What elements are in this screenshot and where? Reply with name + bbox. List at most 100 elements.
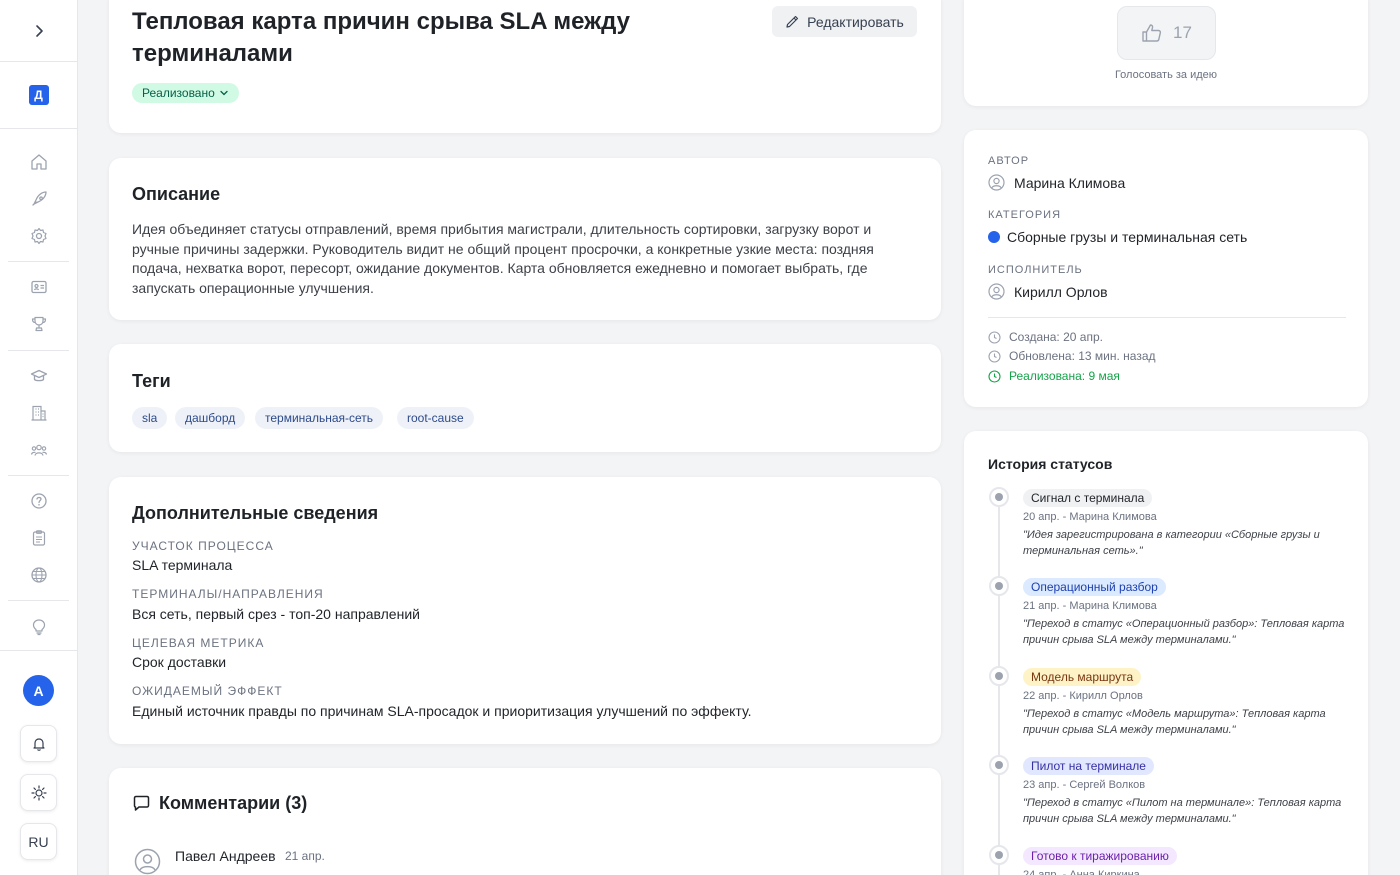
edit-button[interactable]: Редактировать <box>772 6 917 37</box>
vote-button[interactable]: 17 <box>1117 6 1216 60</box>
comments-heading: Комментарии (3) <box>132 793 307 814</box>
history-meta: 24 апр. - Анна Киркина <box>1023 869 1140 875</box>
field-label: ЦЕЛЕВАЯ МЕТРИКА <box>132 636 265 650</box>
field-value: Срок доставки <box>132 654 227 670</box>
field-label: ОЖИДАЕМЫЙ ЭФФЕКТ <box>132 684 283 698</box>
history-meta: 20 апр. - Марина Климова <box>1023 511 1157 523</box>
history-note: "Переход в статус «Пилот на терминале»: … <box>1023 797 1342 825</box>
timeline-dot <box>989 845 1009 865</box>
vote-count: 17 <box>1173 23 1192 42</box>
globe-icon[interactable] <box>29 565 49 585</box>
history-meta: 22 апр. - Кирилл Орлов <box>1023 690 1143 702</box>
history-meta: 21 апр. - Марина Климова <box>1023 600 1157 612</box>
sidebar-divider <box>8 261 69 262</box>
clock-icon <box>988 369 1001 383</box>
sun-icon <box>30 784 47 801</box>
user-icon <box>988 174 1005 191</box>
user-icon <box>988 283 1005 300</box>
history-note: "Переход в статус «Модель маршрута»: Теп… <box>1023 708 1326 736</box>
comment-author: Павел Андреев <box>175 848 276 864</box>
building-icon[interactable] <box>29 403 49 423</box>
comment-icon <box>133 795 150 811</box>
history-status-badge: Сигнал с терминала <box>1023 489 1153 507</box>
implemented-line: Реализована: 9 мая <box>988 369 1120 383</box>
status-dropdown[interactable]: Реализовано <box>132 83 239 103</box>
author-row: Марина Климова <box>988 174 1125 191</box>
details-heading: Дополнительные сведения <box>132 503 379 523</box>
lightbulb-icon[interactable] <box>29 617 49 637</box>
sidebar-divider <box>8 475 69 476</box>
chevron-down-icon <box>220 90 228 96</box>
updated-date: Обновлена: 13 мин. назад <box>1009 349 1156 363</box>
history-heading: История статусов <box>988 456 1113 472</box>
history-meta: 23 апр. - Сергей Волков <box>1023 779 1146 791</box>
thumbs-up-icon <box>1142 24 1162 42</box>
vote-label: Голосовать за идею <box>1114 69 1218 81</box>
workspace-switcher[interactable]: Д <box>0 62 77 129</box>
users-icon[interactable] <box>29 440 49 460</box>
tag-chip[interactable]: sla <box>132 407 168 429</box>
sidebar-divider <box>8 350 69 351</box>
clipboard-icon[interactable] <box>29 528 49 548</box>
assignee-name: Кирилл Орлов <box>1014 283 1108 300</box>
pencil-icon <box>786 15 799 28</box>
created-line: Создана: 20 апр. <box>988 330 1103 344</box>
language-button[interactable]: RU <box>20 823 57 860</box>
status-label: Реализовано <box>142 86 215 100</box>
history-note: "Идея зарегистрирована в категории «Сбор… <box>1023 529 1320 557</box>
field-value: Единый источник правды по причинам SLA-п… <box>132 703 752 719</box>
field-label: УЧАСТОК ПРОЦЕССА <box>132 539 274 553</box>
comments-heading-label: Комментарии (3) <box>159 793 308 813</box>
id-card-icon[interactable] <box>29 277 49 297</box>
tags-card <box>109 344 941 452</box>
category-name: Сборные грузы и терминальная сеть <box>1007 229 1248 245</box>
edit-button-label: Редактировать <box>807 13 904 30</box>
workspace-badge: Д <box>28 85 49 105</box>
updated-line: Обновлена: 13 мин. назад <box>988 349 1156 363</box>
author-name: Марина Климова <box>1014 174 1126 191</box>
category-row: Сборные грузы и терминальная сеть <box>988 229 1247 245</box>
settings-icon[interactable] <box>29 226 49 246</box>
tag-chip[interactable]: терминальная-сеть <box>255 407 384 429</box>
graduation-cap-icon[interactable] <box>29 366 49 386</box>
timeline-dot <box>989 666 1009 686</box>
chevron-right-icon <box>35 24 43 37</box>
theme-toggle-button[interactable] <box>20 774 57 811</box>
field-value: Вся сеть, первый срез - топ-20 направлен… <box>132 606 420 622</box>
user-avatar[interactable]: А <box>23 675 54 706</box>
description-text: Идея объединяет статусы отправлений, вре… <box>132 221 874 296</box>
description-heading: Описание <box>132 184 221 204</box>
history-status-badge: Готово к тиражированию <box>1023 847 1177 865</box>
timeline-dot <box>989 487 1009 507</box>
bell-icon <box>32 737 45 751</box>
tag-chip[interactable]: дашборд <box>175 407 246 429</box>
rocket-icon[interactable] <box>29 189 49 209</box>
info-divider <box>988 317 1346 318</box>
category-label: КАТЕГОРИЯ <box>988 209 1062 221</box>
implemented-date: Реализована: 9 мая <box>1009 369 1120 383</box>
home-icon[interactable] <box>29 152 49 172</box>
clock-icon <box>988 349 1001 363</box>
author-label: АВТОР <box>988 155 1030 167</box>
notifications-button[interactable] <box>20 725 57 762</box>
sidebar-toggle[interactable] <box>0 0 77 62</box>
idea-title: Тепловая карта причин срыва SLA между те… <box>132 8 630 67</box>
field-value: SLA терминала <box>132 557 233 573</box>
sidebar-divider <box>8 600 69 601</box>
timeline-line <box>998 500 1000 875</box>
created-date: Создана: 20 апр. <box>1009 330 1103 344</box>
history-status-badge: Модель маршрута <box>1023 668 1142 686</box>
history-status-badge: Пилот на терминале <box>1023 757 1154 775</box>
comment-date: 21 апр. <box>285 849 325 863</box>
assignee-row: Кирилл Орлов <box>988 283 1108 300</box>
commenter-avatar-icon <box>134 848 161 875</box>
sidebar-divider <box>0 650 78 651</box>
sidebar: Д А RU <box>0 0 78 875</box>
category-color-dot <box>988 231 1000 243</box>
assignee-label: ИСПОЛНИТЕЛЬ <box>988 264 1083 276</box>
history-status-badge: Операционный разбор <box>1023 578 1166 596</box>
help-icon[interactable] <box>29 491 49 511</box>
tags-heading: Теги <box>132 371 171 391</box>
tag-chip[interactable]: root-cause <box>397 407 474 429</box>
trophy-icon[interactable] <box>29 314 49 334</box>
